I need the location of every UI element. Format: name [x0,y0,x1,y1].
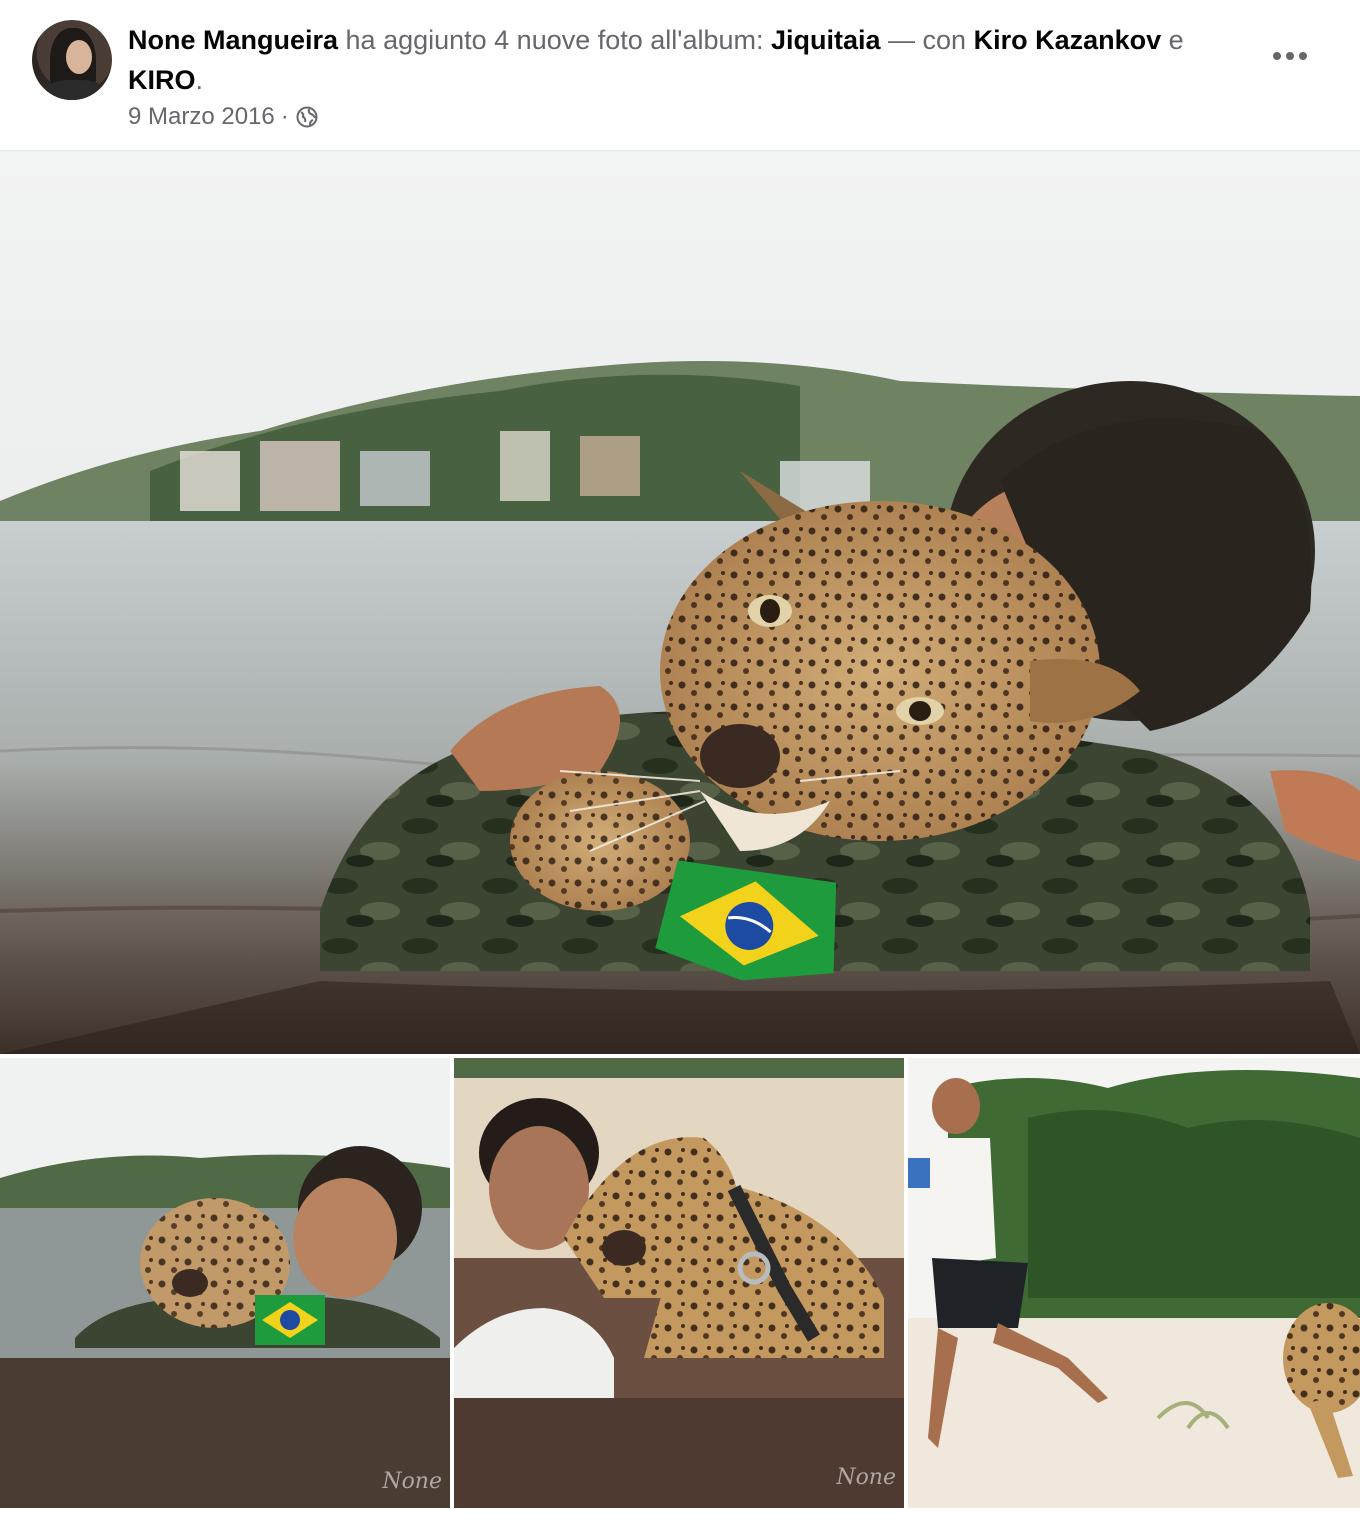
author-name-link[interactable]: None Mangueira [128,25,338,55]
dot-icon [1299,52,1307,60]
main-photo[interactable] [0,151,1360,1054]
end-text: . [195,65,204,95]
globe-icon[interactable] [295,105,319,129]
author-avatar[interactable] [32,20,112,100]
post-card: None Mangueira ha aggiunto 4 nuove foto … [0,0,1360,1526]
post-meta: 9 Marzo 2016 · [128,100,319,134]
album-photo-2[interactable]: None [454,1058,904,1508]
tagged-person-link-1[interactable]: Kiro Kazankov [974,25,1162,55]
post-header: None Mangueira ha aggiunto 4 nuove foto … [0,0,1360,151]
more-options-button[interactable] [1268,36,1312,76]
with-text: — con [880,25,974,55]
post-date-link[interactable]: 9 Marzo 2016 [128,100,275,134]
tagged-person-link-2[interactable]: KIRO [128,65,196,95]
action-text: ha aggiunto 4 nuove foto all'album: [338,25,771,55]
watermark: None [836,1465,896,1490]
meta-separator: · [280,103,289,130]
dot-icon [1286,52,1294,60]
album-photo-1[interactable]: None [0,1058,450,1508]
watermark: None [382,1469,442,1494]
album-photo-3[interactable] [908,1058,1360,1508]
post-title: None Mangueira ha aggiunto 4 nuove foto … [128,20,1228,100]
dot-icon [1273,52,1281,60]
and-text: e [1161,25,1184,55]
album-link[interactable]: Jiquitaia [771,25,881,55]
